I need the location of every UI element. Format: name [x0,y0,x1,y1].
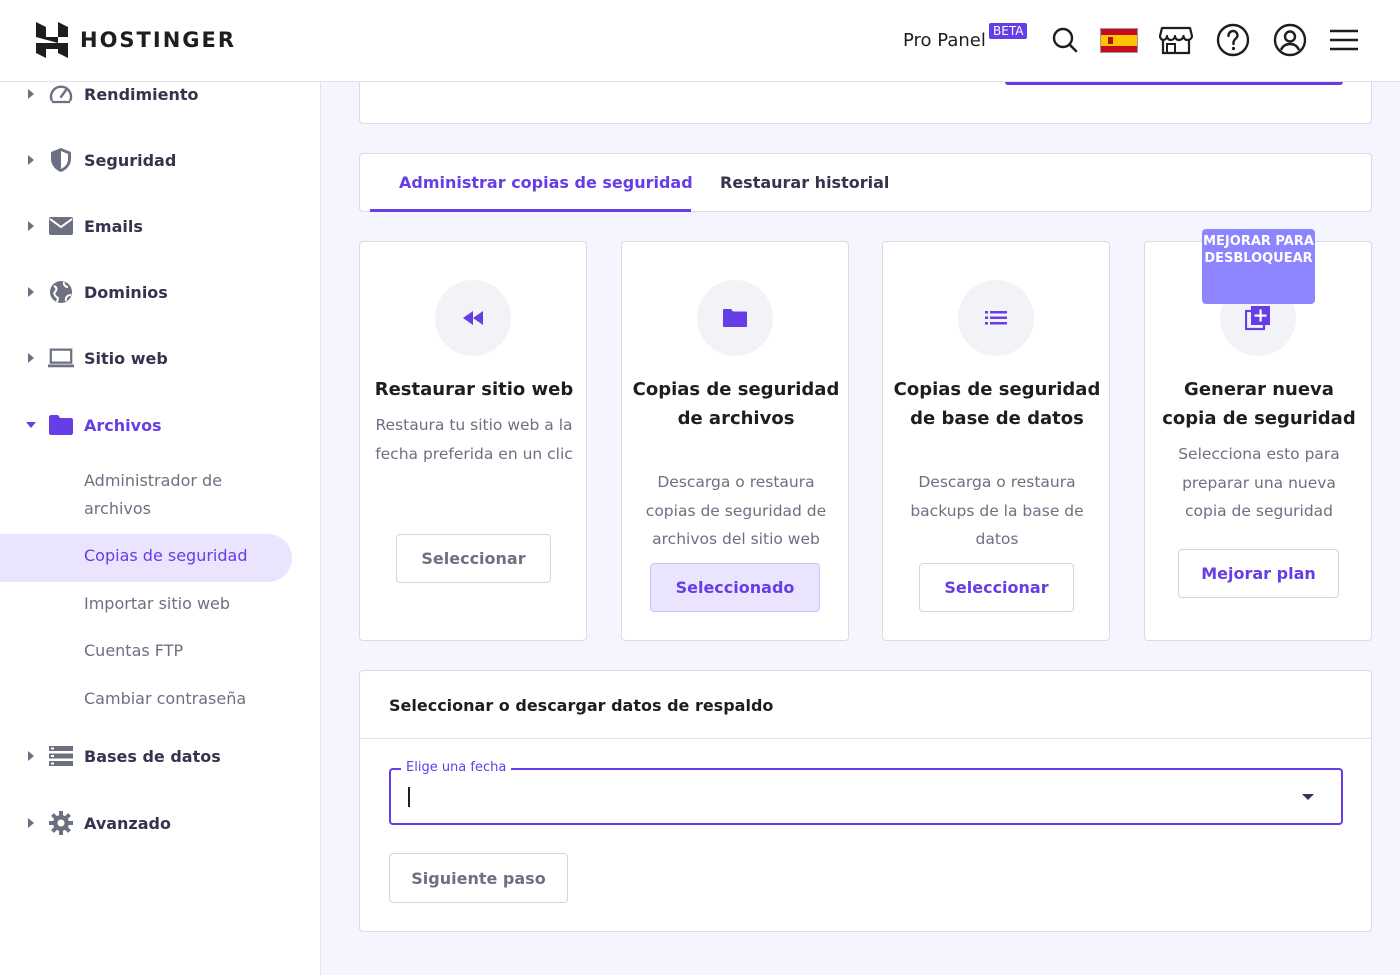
sidebar-item-label: Archivos [84,415,162,435]
next-step-button[interactable]: Siguiente paso [389,853,568,903]
tab-administrar[interactable]: Administrar copias de seguridad [399,173,693,192]
sidebar-subitem-ftp[interactable]: Cuentas FTP [84,637,183,665]
chevron-down-icon[interactable] [1302,794,1314,800]
tab-active-indicator [370,209,691,212]
chevron-right-icon [28,89,34,99]
sidebar-item-bases-de-datos[interactable]: Bases de datos [0,736,320,776]
chevron-right-icon [28,221,34,231]
section-title: Seleccionar o descargar datos de respald… [389,696,774,715]
sidebar-item-label: Avanzado [84,813,171,833]
sidebar-subitem-copias[interactable]: Copias de seguridad [84,546,248,565]
option-description: Restaura tu sitio web a la fecha preferi… [375,416,573,463]
search-icon[interactable] [1047,22,1083,58]
chevron-right-icon [28,287,34,297]
gauge-icon [48,81,74,107]
option-title: Copias de seguridad de base de datos [893,379,1101,429]
pro-panel-link[interactable]: Pro Panel [903,30,986,51]
gear-icon [48,810,74,836]
list-icon [958,280,1034,356]
select-button[interactable]: Seleccionar [396,534,551,583]
option-description: Descarga o restaura backups de la base d… [910,473,1084,548]
store-icon[interactable] [1158,22,1194,58]
chevron-down-icon [26,422,36,428]
sidebar-subitem-importar[interactable]: Importar sitio web [84,590,230,618]
upgrade-plan-button[interactable]: Mejorar plan [1178,549,1339,598]
menu-icon[interactable] [1326,22,1362,58]
divider [360,738,1371,739]
sidebar: Rendimiento Seguridad Emails Dominios Si… [0,82,321,975]
chevron-right-icon [28,353,34,363]
sidebar-item-label: Dominios [84,282,168,302]
option-card-archivos[interactable]: Copias de seguridad de archivos Descarga… [621,241,849,641]
sidebar-item-avanzado[interactable]: Avanzado [0,803,320,843]
brand-name: HOSTINGER [80,28,237,52]
sidebar-item-sitio-web[interactable]: Sitio web [0,338,320,378]
date-select[interactable]: Elige una fecha [389,760,1343,825]
tabs-bar: Administrar copias de seguridad Restaura… [359,153,1372,212]
top-header: HOSTINGER Pro Panel BETA [0,0,1400,82]
sidebar-item-label: Sitio web [84,348,168,368]
tab-restaurar-historial[interactable]: Restaurar historial [720,173,889,192]
option-title: Copias de seguridad de archivos [632,379,840,429]
envelope-icon [48,213,74,239]
sidebar-item-dominios[interactable]: Dominios [0,272,320,312]
beta-badge: BETA [989,23,1028,39]
globe-icon [48,279,74,305]
sidebar-item-label: Rendimiento [84,84,199,104]
folder-icon [48,412,74,438]
option-title: Generar nueva copia de seguridad [1162,379,1356,429]
account-icon[interactable] [1272,22,1308,58]
hostinger-logo[interactable]: HOSTINGER [36,22,236,58]
folder-icon [697,280,773,356]
sidebar-subitem-administrador[interactable]: Administrador de archivos [84,467,264,523]
date-select-label: Elige una fecha [401,760,512,775]
sidebar-subitem-contrasena[interactable]: Cambiar contraseña [84,685,246,713]
option-card-base-de-datos[interactable]: Copias de seguridad de base de datos Des… [882,241,1110,641]
sidebar-item-emails[interactable]: Emails [0,206,320,246]
text-cursor [408,787,410,807]
help-icon[interactable] [1215,22,1251,58]
backup-data-section: Seleccionar o descargar datos de respald… [359,670,1372,932]
rewind-icon [435,280,511,356]
spain-flag-icon[interactable] [1100,28,1138,53]
sidebar-item-label: Emails [84,216,143,236]
option-card-restaurar[interactable]: Restaurar sitio web Restaura tu sitio we… [359,241,587,641]
sidebar-item-seguridad[interactable]: Seguridad [0,140,320,180]
chevron-right-icon [28,751,34,761]
option-description: Descarga o restaura copias de seguridad … [645,473,827,548]
hostinger-logo-icon [36,22,68,58]
option-description: Selecciona esto para preparar una nueva … [1178,445,1340,520]
sidebar-item-label: Bases de datos [84,746,221,766]
option-title: Restaurar sitio web [374,379,574,400]
upgrade-badge: MEJORAR PARA DESBLOQUEAR [1202,229,1315,304]
laptop-icon [48,345,74,371]
chevron-right-icon [28,155,34,165]
sidebar-item-label: Seguridad [84,150,177,170]
shield-icon [48,147,74,173]
sidebar-item-archivos[interactable]: Archivos [0,405,320,445]
selected-button[interactable]: Seleccionado [650,563,820,612]
chevron-right-icon [28,818,34,828]
select-button[interactable]: Seleccionar [919,563,1074,612]
database-icon [48,743,74,769]
